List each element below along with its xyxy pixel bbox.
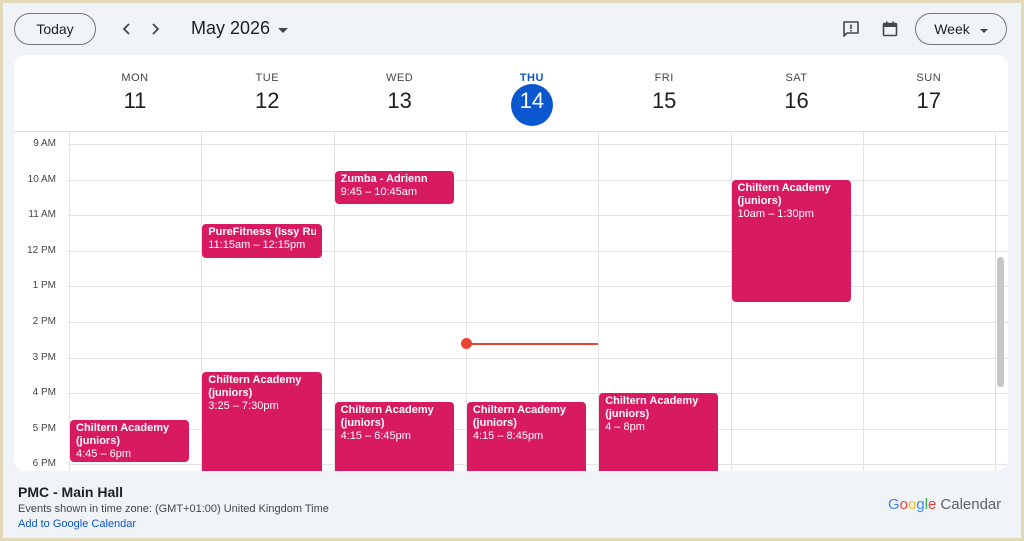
day-number[interactable]: 17 <box>863 88 995 114</box>
view-selector-button[interactable]: Week <box>915 13 1007 45</box>
scrollbar[interactable] <box>997 257 1004 387</box>
event-title: Chiltern Academy (juniors) <box>472 404 567 430</box>
event-title: Chiltern Academy (juniors) <box>76 421 170 447</box>
calendar-wordmark: Calendar <box>940 496 1002 513</box>
calendar-event[interactable]: Chiltern Academy (juniors) 4 – 8pm <box>599 393 719 471</box>
hour-label: 6 PM <box>32 458 56 470</box>
calendar-embed: Today May 2026 Week MON 11 TUE 12 WED 13… <box>3 3 1021 538</box>
day-header[interactable]: TUE 12 <box>201 55 333 131</box>
timezone-note: Events shown in time zone: (GMT+01:00) U… <box>18 503 329 515</box>
day-header[interactable]: MON 11 <box>69 55 201 131</box>
hour-gridline <box>68 215 1008 217</box>
today-button[interactable]: Today <box>14 13 96 45</box>
event-time: 9:45 – 10:45am <box>340 185 418 198</box>
caret-down-icon <box>979 21 988 37</box>
event-title: Chiltern Academy (juniors) <box>737 181 831 207</box>
google-calendar-logo[interactable]: Google Calendar <box>888 496 1001 513</box>
event-title: Chiltern Academy (juniors) <box>208 374 302 400</box>
week-view: MON 11 TUE 12 WED 13 THU 14 FRI 15 SAT 16 SUN 17 9 AM… <box>14 55 1008 471</box>
event-time: 4:45 – 6pm <box>76 447 132 460</box>
calendar-event[interactable]: Chiltern Academy (juniors) 4:15 – 8:45pm <box>466 402 587 471</box>
day-name: FRI <box>654 72 674 84</box>
month-label: May 2026 <box>191 18 271 38</box>
day-header[interactable]: FRI 15 <box>598 55 730 131</box>
day-number[interactable]: 14 <box>466 88 598 114</box>
day-column-divider <box>862 132 864 471</box>
day-header[interactable]: THU 14 <box>466 55 598 131</box>
day-column-divider <box>69 132 70 471</box>
day-name: SAT <box>785 72 808 84</box>
hour-gridline <box>68 357 1008 359</box>
calendar-event[interactable]: PureFitness (Issy Russell)11:15am – 12:1… <box>202 224 322 258</box>
hour-label: 9 AM <box>33 138 56 149</box>
day-header[interactable]: SAT 16 <box>731 55 863 131</box>
hour-label: 10 AM <box>27 173 56 185</box>
hour-label: 1 PM <box>32 280 56 292</box>
day-name: WED <box>386 72 414 84</box>
calendar-event[interactable]: Zumba - Adrienn 9:45 – 10:45am <box>334 170 454 205</box>
view-label: Week <box>934 21 970 37</box>
day-column-divider <box>995 132 997 471</box>
google-wordmark: Google <box>888 496 937 513</box>
event-time: 4:15 – 6:45pm <box>340 430 411 443</box>
event-time: 10am – 1:30pm <box>737 207 814 220</box>
event-title: Zumba - Adrienn <box>340 172 428 185</box>
day-header[interactable]: WED 13 <box>334 55 466 131</box>
month-picker[interactable]: May 2026 <box>191 18 289 39</box>
day-name: MON <box>121 72 149 84</box>
chevron-right-icon[interactable] <box>143 17 167 41</box>
calendar-event[interactable]: Chiltern Academy (juniors) 4:15 – 6:45pm <box>334 402 454 471</box>
day-number[interactable]: 11 <box>69 88 201 114</box>
hour-gridline <box>68 144 1008 145</box>
event-title: PureFitness (Issy Russell) <box>208 226 316 239</box>
calendar-event[interactable]: Chiltern Academy (juniors) 4:45 – 6pm <box>70 419 190 463</box>
hour-gridline <box>68 179 1008 181</box>
calendar-name: PMC - Main Hall <box>18 484 124 500</box>
day-number[interactable]: 16 <box>731 88 863 114</box>
current-time-dot <box>460 338 472 350</box>
hour-label: 11 AM <box>28 209 56 221</box>
hour-label: 5 PM <box>32 422 56 434</box>
current-time-line <box>465 342 599 345</box>
day-name: TUE <box>255 72 280 84</box>
chevron-left-icon[interactable] <box>115 17 139 41</box>
event-time: 11:15am – 12:15pm <box>208 239 306 252</box>
hour-gridline <box>68 322 1008 323</box>
day-name: SUN <box>916 72 942 84</box>
event-time: 3:25 – 7:30pm <box>208 400 279 413</box>
day-number[interactable]: 12 <box>201 88 333 114</box>
hour-gridline <box>68 286 1008 288</box>
hour-label: 12 PM <box>27 244 56 256</box>
day-number[interactable]: 13 <box>334 88 466 114</box>
toolbar: Today May 2026 Week <box>3 3 1021 57</box>
hour-label: 2 PM <box>32 316 56 327</box>
feedback-icon[interactable] <box>839 17 863 41</box>
time-grid[interactable]: 9 AM 10 AM 11 AM 12 PM 1 PM 2 PM 3 PM 4 PM 5 PM 6… <box>14 132 1008 471</box>
event-time: 4:15 – 8:45pm <box>472 430 544 443</box>
hour-label: 4 PM <box>32 387 56 399</box>
caret-down-icon <box>278 18 289 39</box>
calendar-event[interactable]: Chiltern Academy (juniors) 10am – 1:30pm <box>731 179 851 303</box>
event-title: Chiltern Academy (juniors) <box>605 395 699 421</box>
day-number[interactable]: 15 <box>598 88 730 114</box>
add-to-google-calendar-link[interactable]: Add to Google Calendar <box>18 518 136 530</box>
calendar-icon[interactable] <box>878 17 902 41</box>
event-time: 4 – 8pm <box>605 421 645 434</box>
hour-label: 3 PM <box>32 351 56 363</box>
calendar-event[interactable]: Chiltern Academy (juniors) 3:25 – 7:30pm <box>202 372 322 471</box>
day-name: THU <box>519 72 544 84</box>
event-title: Chiltern Academy (juniors) <box>340 404 434 430</box>
day-header[interactable]: SUN 17 <box>863 55 995 131</box>
